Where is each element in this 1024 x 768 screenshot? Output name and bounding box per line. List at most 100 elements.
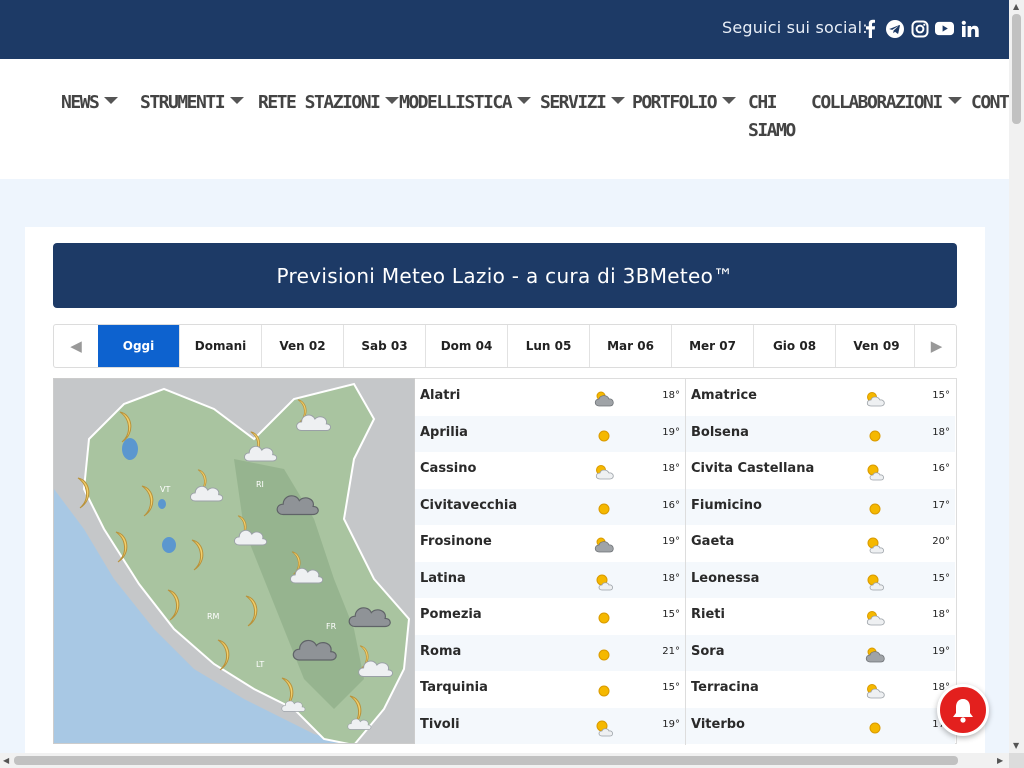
tab-dom-04[interactable]: Dom 04 bbox=[426, 325, 508, 367]
caret-down-icon bbox=[722, 97, 737, 104]
nav-item-rete-stazioni[interactable]: RETE STAZIONI bbox=[258, 89, 400, 117]
city-name[interactable]: Bolsena bbox=[691, 425, 749, 440]
linkedin-icon[interactable] bbox=[960, 19, 979, 38]
tab-mar-06[interactable]: Mar 06 bbox=[590, 325, 672, 367]
prev-day-button[interactable]: ◀ bbox=[54, 325, 98, 367]
sun-icon bbox=[869, 722, 881, 733]
forecast-row[interactable]: Frosinone 19° bbox=[415, 525, 685, 562]
forecast-row[interactable]: Latina 18° bbox=[415, 561, 685, 598]
forecast-row[interactable]: Pomezia 15° bbox=[415, 598, 685, 635]
city-name[interactable]: Frosinone bbox=[420, 534, 492, 549]
province-label: VT bbox=[160, 485, 170, 494]
city-name[interactable]: Leonessa bbox=[691, 571, 759, 586]
forecast-row[interactable]: Viterbo17° bbox=[686, 707, 955, 744]
city-name[interactable]: Gaeta bbox=[691, 534, 734, 549]
scroll-right-icon[interactable]: ▶ bbox=[997, 756, 1003, 765]
forecast-row[interactable]: Terracina 18° bbox=[686, 671, 955, 708]
temperature: 18° bbox=[932, 609, 950, 620]
forecast-row[interactable]: Tivoli 19° bbox=[415, 707, 685, 744]
notification-bell-button[interactable] bbox=[937, 684, 989, 736]
nav-item-news[interactable]: NEWS bbox=[61, 89, 119, 117]
province-label: FR bbox=[326, 622, 337, 631]
city-name[interactable]: Alatri bbox=[420, 388, 460, 403]
scroll-left-icon[interactable]: ◀ bbox=[3, 756, 9, 765]
nav-item-chi-siamo[interactable]: CHI SIAMO bbox=[748, 89, 796, 145]
nav-item-portfolio[interactable]: PORTFOLIO bbox=[632, 89, 737, 117]
nav-item-contatti[interactable]: CONT bbox=[971, 89, 1009, 117]
temperature: 19° bbox=[662, 536, 680, 547]
city-name[interactable]: Civitavecchia bbox=[420, 498, 517, 513]
temperature: 18° bbox=[662, 390, 680, 401]
forecast-row[interactable]: Tarquinia 15° bbox=[415, 671, 685, 708]
tab-ven-09[interactable]: Ven 09 bbox=[836, 325, 918, 367]
nav-item-servizi[interactable]: SERVIZI bbox=[540, 89, 626, 117]
forecast-row[interactable]: Fiumicino 17° bbox=[686, 488, 955, 525]
city-name[interactable]: Sora bbox=[691, 644, 724, 659]
city-name[interactable]: Terracina bbox=[691, 680, 759, 695]
forecast-row[interactable]: Civitavecchia 16° bbox=[415, 488, 685, 525]
city-name[interactable]: Fiumicino bbox=[691, 498, 762, 513]
caret-down-icon bbox=[611, 97, 626, 104]
forecast-row[interactable]: Alatri 18° bbox=[415, 379, 685, 416]
city-name[interactable]: Aprilia bbox=[420, 425, 468, 440]
temperature: 16° bbox=[932, 463, 950, 474]
forecast-row[interactable]: Bolsena 18° bbox=[686, 415, 955, 452]
tab-gio-08[interactable]: Gio 08 bbox=[754, 325, 836, 367]
caret-down-icon bbox=[230, 97, 245, 104]
forecast-row[interactable]: Rieti 18° bbox=[686, 598, 955, 635]
forecast-row[interactable]: Roma 21° bbox=[415, 634, 685, 671]
tab-lun-05[interactable]: Lun 05 bbox=[508, 325, 590, 367]
forecast-row[interactable]: Sora 19° bbox=[686, 634, 955, 671]
youtube-icon[interactable] bbox=[935, 19, 954, 38]
tab-domani[interactable]: Domani bbox=[180, 325, 262, 367]
facebook-icon[interactable] bbox=[860, 19, 879, 38]
city-name[interactable]: Latina bbox=[420, 571, 466, 586]
city-name[interactable]: Roma bbox=[420, 644, 461, 659]
horizontal-scroll-thumb[interactable] bbox=[14, 756, 958, 765]
tab-mer-07[interactable]: Mer 07 bbox=[672, 325, 754, 367]
province-label: RM bbox=[207, 612, 220, 621]
main-nav: NEWS STRUMENTI RETE STAZIONI MODELLISTIC… bbox=[0, 59, 1009, 179]
nav-item-strumenti[interactable]: STRUMENTI bbox=[140, 89, 245, 117]
sun-icon bbox=[598, 612, 610, 624]
city-name[interactable]: Tivoli bbox=[420, 717, 460, 732]
vertical-scroll-thumb[interactable] bbox=[1012, 14, 1021, 124]
lazio-map[interactable]: VT RI RM FR LT bbox=[53, 378, 415, 744]
vertical-scrollbar[interactable]: ▲ ▼ bbox=[1009, 0, 1024, 753]
forecast-column-left: Alatri 18° Aprilia 19° Cassino 18° Civitavecch… bbox=[415, 379, 685, 745]
forecast-row[interactable]: Amatrice 15° bbox=[686, 379, 955, 416]
forecast-row[interactable]: Civita Castellana 16° bbox=[686, 452, 955, 489]
nav-item-modellistica[interactable]: MODELLISTICA bbox=[399, 89, 532, 117]
nav-label: CONT bbox=[971, 92, 1009, 113]
forecast-row[interactable]: Aprilia 19° bbox=[415, 415, 685, 452]
next-day-button[interactable]: ▶ bbox=[914, 325, 956, 367]
city-name[interactable]: Pomezia bbox=[420, 607, 482, 622]
city-name[interactable]: Cassino bbox=[420, 461, 476, 476]
tab-sab-03[interactable]: Sab 03 bbox=[344, 325, 426, 367]
temperature: 18° bbox=[932, 426, 950, 438]
tab-oggi[interactable]: Oggi bbox=[98, 325, 180, 367]
nav-label: SERVIZI bbox=[540, 92, 607, 113]
forecast-row[interactable]: Gaeta 20° bbox=[686, 525, 955, 562]
telegram-icon[interactable] bbox=[885, 19, 904, 38]
nav-label: MODELLISTICA bbox=[399, 92, 513, 113]
nav-label: STRUMENTI bbox=[140, 92, 226, 113]
instagram-icon[interactable] bbox=[910, 19, 929, 38]
sun-icon bbox=[869, 430, 881, 441]
scroll-down-icon[interactable]: ▼ bbox=[1013, 741, 1019, 750]
scroll-up-icon[interactable]: ▲ bbox=[1013, 2, 1019, 11]
city-name[interactable]: Viterbo bbox=[691, 717, 745, 732]
sun-icon bbox=[598, 430, 610, 441]
nav-label: CHI bbox=[748, 92, 778, 113]
city-name[interactable]: Civita Castellana bbox=[691, 461, 814, 476]
nav-item-collaborazioni[interactable]: COLLABORAZIONI bbox=[811, 89, 962, 117]
city-name[interactable]: Amatrice bbox=[691, 388, 757, 403]
city-name[interactable]: Rieti bbox=[691, 607, 725, 622]
forecast-row[interactable]: Cassino 18° bbox=[415, 452, 685, 489]
sun-icon bbox=[598, 503, 610, 514]
tab-ven-02[interactable]: Ven 02 bbox=[262, 325, 344, 367]
province-label: LT bbox=[256, 660, 264, 669]
horizontal-scrollbar[interactable]: ◀ ▶ bbox=[0, 753, 1009, 768]
forecast-row[interactable]: Leonessa 15° bbox=[686, 561, 955, 598]
city-name[interactable]: Tarquinia bbox=[420, 680, 488, 695]
